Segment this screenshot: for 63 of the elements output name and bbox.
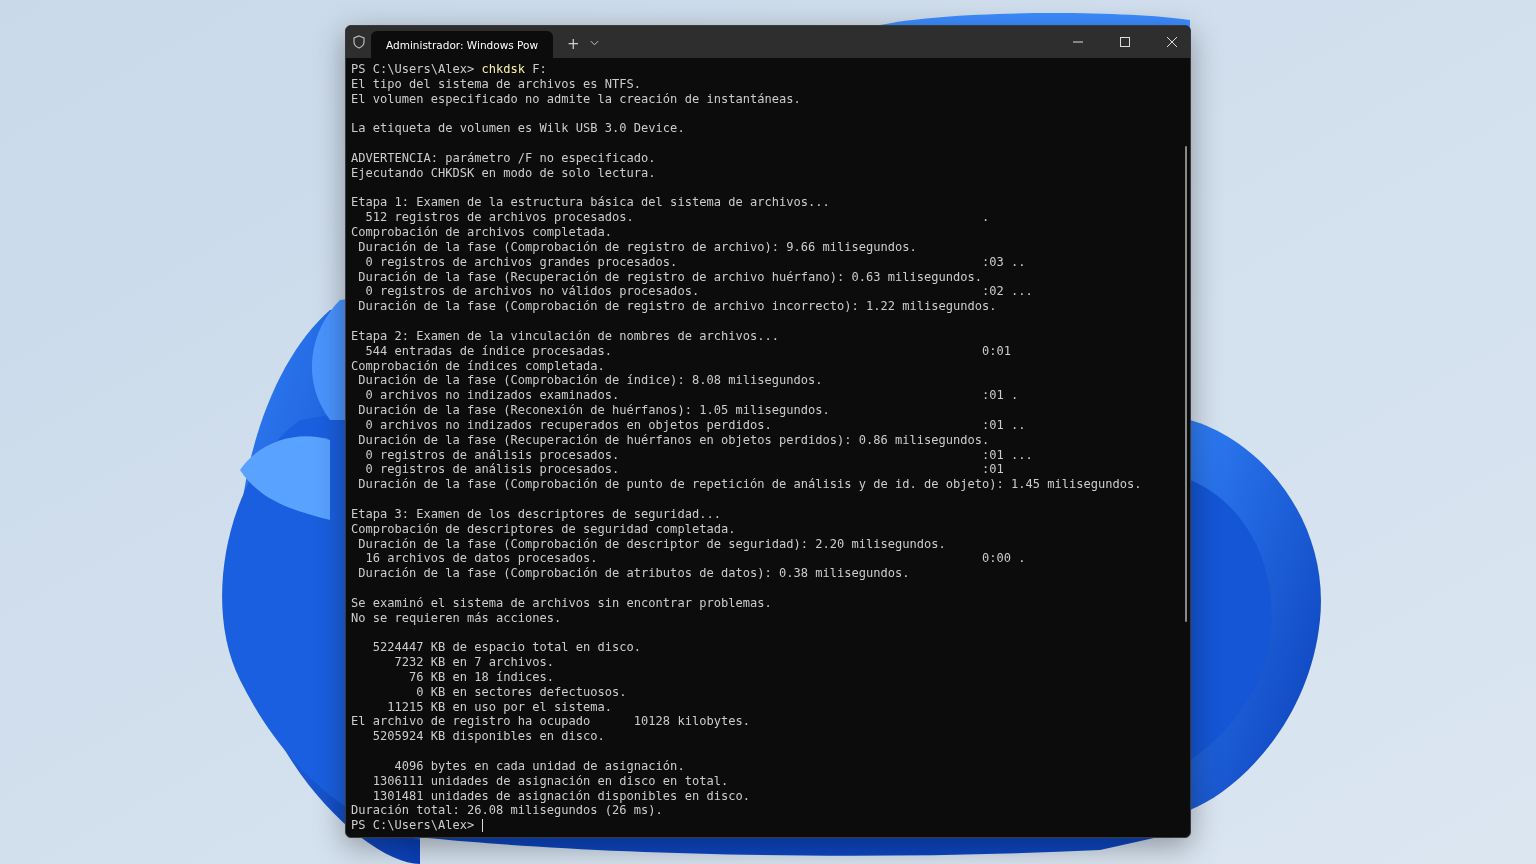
output-line: 0 registros de análisis procesados. <box>364 447 621 463</box>
progress-text: :01 .. <box>982 417 1026 433</box>
scrollbar[interactable] <box>1185 146 1187 622</box>
output-line: Duración total: 26.08 milisegundos (26 ms). <box>351 803 664 819</box>
output-line: Duración de la fase (Recuperación de registro de archivo huérfano): 0.63 milisegundos. <box>357 269 982 285</box>
output-line: 16 archivos de datos procesados. <box>364 551 599 567</box>
output-line: 11215 KB en uso por el sistema. <box>386 699 614 715</box>
prompt-text: PS C:\Users\Alex> <box>351 818 475 834</box>
output-line: 0 archivos no indizados recuperados en objetos perdidos. <box>364 417 773 433</box>
command-argument: F: <box>532 62 547 77</box>
progress-text: :01 <box>982 462 1004 478</box>
output-line: 0 archivos no indizados examinados. <box>364 388 621 404</box>
output-line: El archivo de registro ha ocupado 10128 kilobytes. <box>351 714 751 730</box>
terminal-tab[interactable]: Administrador: Windows Pow <box>371 31 553 58</box>
output-line: Duración de la fase (Comprobación de punto de repetición de análisis y de id. de objeto): 1.45 milisegundos. <box>357 477 1142 492</box>
progress-text: :01 . <box>982 388 1019 404</box>
new-tab-button[interactable]: + <box>567 35 580 53</box>
output-line: 7232 KB en 7 archivos. <box>393 655 556 670</box>
output-line: Duración de la fase (Comprobación de registro de archivo incorrecto): 1.22 milisegundos. <box>357 299 997 315</box>
output-line: ADVERTENCIA: parámetro /F no especificado. <box>351 150 657 166</box>
output-line: Comprobación de índices completada. <box>351 358 606 374</box>
output-line: Comprobación de descriptores de seguridad completada. <box>351 521 737 537</box>
output-line: 544 entradas de índice procesadas. <box>364 343 614 359</box>
output-line: 1301481 unidades de asignación disponibles en disco. <box>371 788 751 804</box>
output-line: Duración de la fase (Recuperación de huérfanos en objetos perdidos): 0.86 milisegundos. <box>357 432 990 448</box>
output-line: La etiqueta de volumen es Wilk USB 3.0 Device. <box>351 121 686 137</box>
output-line: Ejecutando CHKDSK en modo de solo lectura. <box>351 165 657 181</box>
output-line: Duración de la fase (Reconexión de huérfanos): 1.05 milisegundos. <box>357 403 831 418</box>
output-line: Duración de la fase (Comprobación de índice): 8.08 milisegundos. <box>357 373 824 389</box>
output-line: Duración de la fase (Comprobación de registro de archivo): 9.66 milisegundos. <box>357 239 918 255</box>
output-line: Se examinó el sistema de archivos sin encontrar problemas. <box>351 595 773 611</box>
output-line: No se requieren más acciones. <box>351 610 563 626</box>
dropdown-icon[interactable] <box>589 40 599 46</box>
prompt-text: PS C:\Users\Alex> <box>351 62 475 77</box>
shield-icon <box>353 35 365 49</box>
output-line: 512 registros de archivos procesados. <box>364 210 635 226</box>
command-text: chkdsk <box>481 62 526 77</box>
output-line: Comprobación de archivos completada. <box>351 225 614 240</box>
close-icon[interactable] <box>1167 37 1177 47</box>
output-line: 0 registros de análisis procesados. <box>364 462 621 478</box>
output-line: Duración de la fase (Comprobación de descriptor de seguridad): 2.20 milisegundos. <box>357 536 947 552</box>
output-line: El tipo del sistema de archivos es NTFS. <box>351 76 643 92</box>
output-line: 5205924 KB disponibles en disco. <box>371 729 606 745</box>
output-line: Etapa 1: Examen de la estructura básica del sistema de archivos... <box>351 195 831 211</box>
output-line: 5224447 KB de espacio total en disco. <box>371 640 643 656</box>
output-line: Etapa 3: Examen de los descriptores de seguridad... <box>351 506 722 522</box>
progress-text: 0:00 . <box>982 551 1026 567</box>
output-line: 76 KB en 18 índices. <box>408 669 556 685</box>
output-line: Etapa 2: Examen de la vinculación de nombres de archivos... <box>351 328 780 344</box>
output-line: Duración de la fase (Comprobación de atributos de datos): 0.38 milisegundos. <box>357 566 911 581</box>
output-line: 0 registros de archivos grandes procesados. <box>364 254 679 270</box>
output-line: 0 KB en sectores defectuosos. <box>415 684 628 700</box>
progress-text: 0:01 <box>982 343 1011 359</box>
progress-text: :03 .. <box>982 254 1026 270</box>
maximize-icon[interactable] <box>1120 37 1130 47</box>
progress-text: :02 ... <box>982 284 1033 300</box>
progress-text: . <box>982 210 990 226</box>
tab-title: Administrador: Windows Pow <box>386 38 538 51</box>
output-line: 4096 bytes en cada unidad de asignación. <box>393 758 686 774</box>
output-line: 0 registros de archivos no válidos procesados. <box>364 284 701 300</box>
progress-text: :01 ... <box>982 447 1033 463</box>
output-line: 1306111 unidades de asignación en disco en total. <box>371 773 730 789</box>
output-line: El volumen especificado no admite la creación de instantáneas. <box>351 91 802 107</box>
